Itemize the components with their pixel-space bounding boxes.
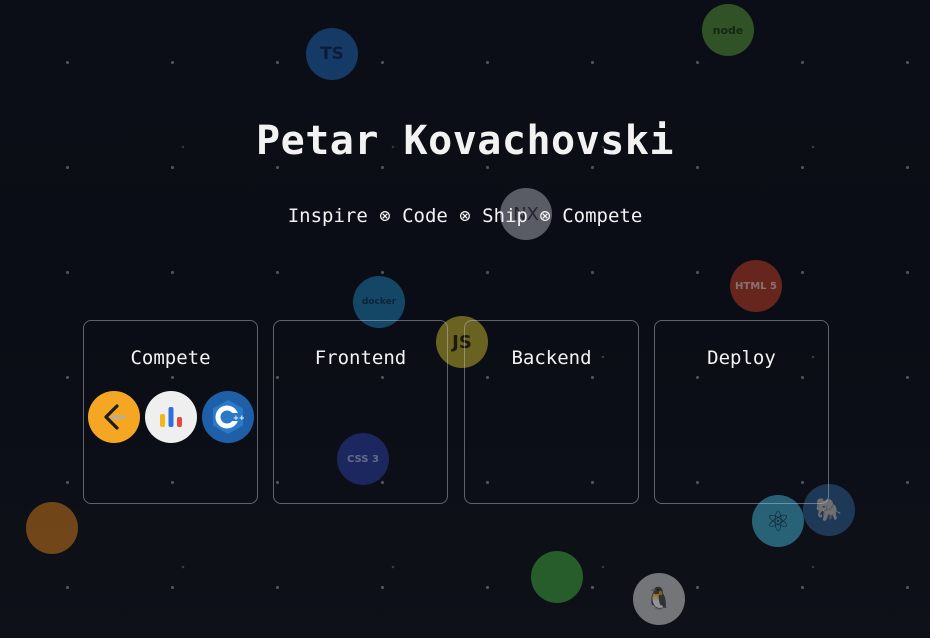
svg-text:++: ++ <box>233 414 245 422</box>
card-title: Frontend <box>314 347 407 369</box>
tagline: Inspire ⊗ Code ⊗ Ship ⊗ Compete <box>287 205 643 227</box>
html5-icon: HTML 5 <box>730 260 782 312</box>
card-title: Deploy <box>707 347 776 369</box>
typescript-icon: TS <box>306 28 358 80</box>
card-frontend[interactable]: Frontend <box>273 320 448 504</box>
linux-icon: 🐧 <box>633 573 685 625</box>
page-title: Petar Kovachovski <box>256 118 674 164</box>
card-backend[interactable]: Backend <box>464 320 639 504</box>
grafana-icon <box>26 502 78 554</box>
card-compete[interactable]: Compete ++ <box>83 320 258 504</box>
card-deploy[interactable]: Deploy <box>654 320 829 504</box>
card-title: Compete <box>130 347 211 369</box>
nodejs-icon: node <box>702 4 754 56</box>
cpp-icon[interactable]: ++ <box>202 391 254 443</box>
spring-icon <box>531 551 583 603</box>
chart-stats-icon[interactable] <box>145 391 197 443</box>
compete-icon-row: ++ <box>88 391 254 443</box>
card-title: Backend <box>511 347 592 369</box>
leetcode-icon[interactable] <box>88 391 140 443</box>
